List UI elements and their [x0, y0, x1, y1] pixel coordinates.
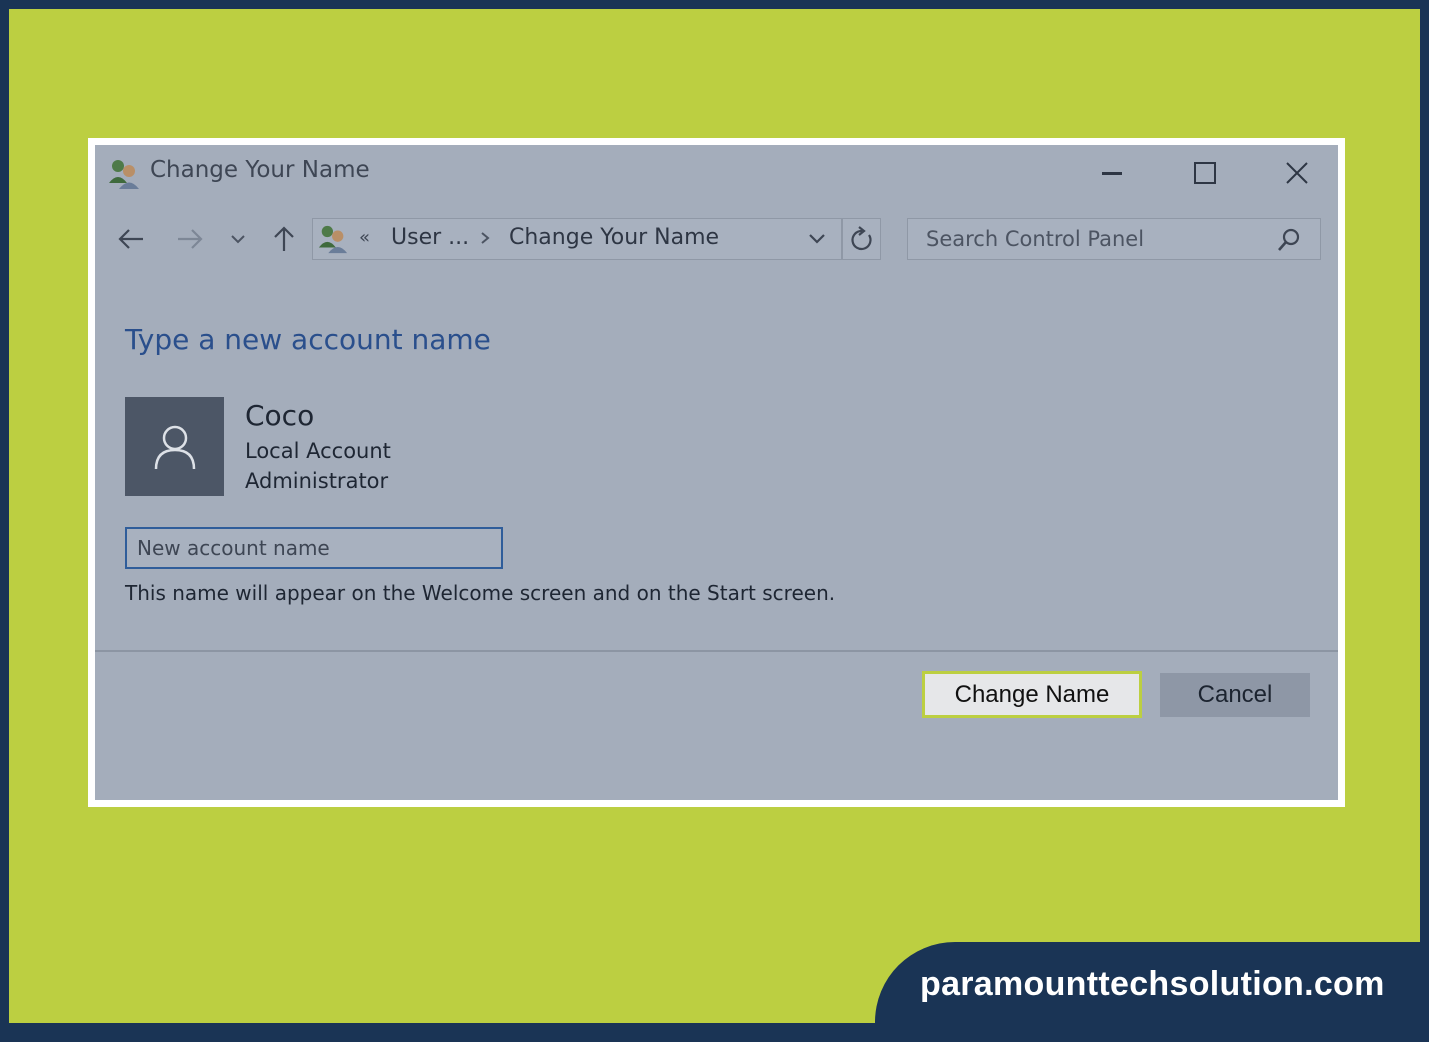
breadcrumb-change-your-name[interactable]: Change Your Name: [509, 225, 719, 250]
address-bar[interactable]: « User ... Change Your Name: [312, 218, 881, 260]
arrow-up-icon: [274, 226, 294, 251]
breadcrumb-separator-icon[interactable]: [479, 230, 491, 244]
forward-button[interactable]: [172, 221, 208, 257]
change-name-window: Change Your Name « User ... Change Your …: [95, 145, 1338, 800]
cancel-button[interactable]: Cancel: [1160, 673, 1310, 717]
chevron-down-icon: [231, 235, 245, 244]
arrow-right-icon: [178, 229, 203, 249]
minimize-icon: [1102, 172, 1122, 175]
back-button[interactable]: [113, 221, 149, 257]
refresh-button[interactable]: [847, 225, 877, 255]
new-account-name-input[interactable]: [125, 527, 503, 569]
user-icon: [154, 425, 195, 469]
change-name-button[interactable]: Change Name: [922, 671, 1142, 718]
minimize-button[interactable]: [1084, 151, 1140, 195]
footer-divider: [95, 650, 1338, 652]
address-dropdown-button[interactable]: [808, 231, 826, 247]
avatar: [125, 397, 224, 496]
search-box[interactable]: Search Control Panel: [907, 218, 1321, 260]
website-watermark: paramounttechsolution.com: [920, 965, 1385, 1003]
chevron-down-icon: [809, 234, 825, 244]
address-divider: [841, 219, 843, 259]
maximize-button[interactable]: [1177, 151, 1233, 195]
account-type: Local Account: [245, 439, 391, 463]
users-icon: [317, 223, 349, 255]
recent-locations-button[interactable]: [220, 221, 256, 257]
search-icon[interactable]: [1276, 227, 1302, 253]
search-input[interactable]: Search Control Panel: [926, 227, 1144, 251]
account-role: Administrator: [245, 469, 389, 493]
close-button[interactable]: [1269, 151, 1325, 195]
user-name: Coco: [245, 399, 315, 432]
page-heading: Type a new account name: [125, 323, 491, 356]
maximize-icon: [1194, 162, 1216, 184]
breadcrumb-user-accounts[interactable]: User ...: [391, 225, 469, 250]
window-title: Change Your Name: [150, 157, 370, 183]
breadcrumb-overflow[interactable]: «: [359, 227, 370, 248]
refresh-icon: [851, 226, 872, 251]
navigation-bar: « User ... Change Your Name Search Contr…: [95, 213, 1338, 265]
up-button[interactable]: [266, 221, 302, 257]
title-bar: Change Your Name: [95, 145, 1338, 201]
close-icon: [1286, 162, 1308, 184]
name-hint-text: This name will appear on the Welcome scr…: [125, 581, 836, 605]
users-icon: [107, 157, 141, 191]
arrow-left-icon: [118, 229, 143, 249]
